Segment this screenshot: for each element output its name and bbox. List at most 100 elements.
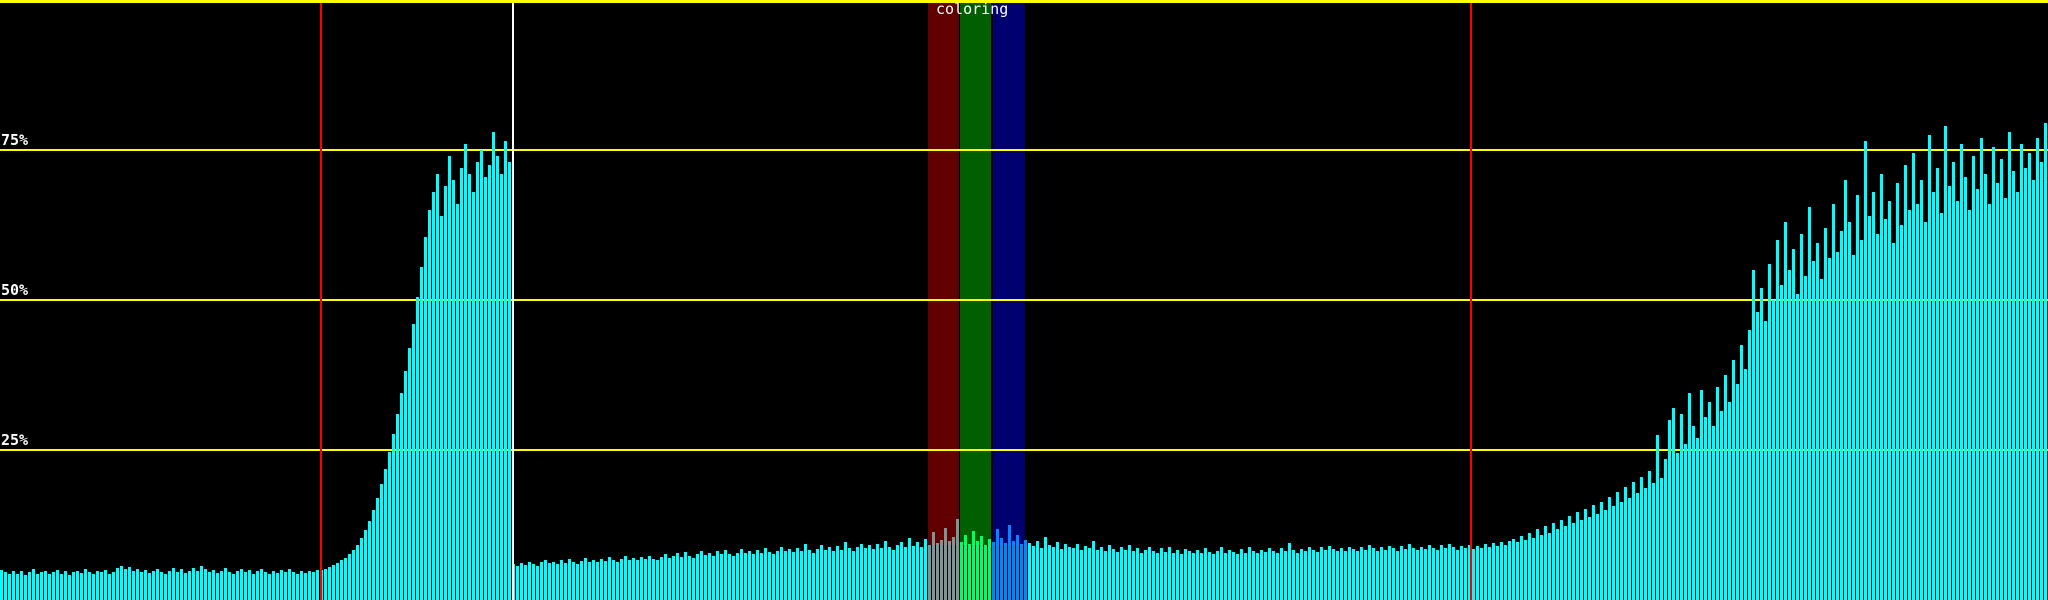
histogram-bar [1652,483,1655,600]
histogram-bar [1280,548,1283,600]
histogram-bar [28,572,31,600]
histogram-bar [20,571,23,600]
histogram-bar [1052,547,1055,600]
histogram-bar [820,545,823,600]
histogram-bar [1432,548,1435,600]
histogram-bar [1712,426,1715,600]
histogram-bar [1312,550,1315,600]
histogram-bar [1684,444,1687,600]
histogram-bar [788,549,791,600]
histogram-bar [1544,526,1547,600]
histogram-bar [1040,548,1043,600]
histogram-bar [1564,526,1567,600]
histogram-bar [1776,240,1779,600]
histogram-bar [1308,547,1311,600]
histogram-bar [1604,510,1607,600]
histogram-bar [2020,144,2023,600]
histogram-bar [204,569,207,600]
histogram-bar [592,560,595,600]
histogram-bar [152,571,155,600]
histogram-bar [1392,548,1395,600]
histogram-bar [1696,438,1699,600]
histogram-bar [1896,183,1899,600]
histogram-bar [1324,550,1327,600]
histogram-bar [348,554,351,600]
histogram-bar [372,510,375,600]
histogram-bar [1568,516,1571,600]
histogram-bar [464,144,467,600]
histogram-bar [1988,204,1991,600]
histogram-bar [380,484,383,600]
histogram-bar [1020,544,1023,600]
histogram-bar [768,552,771,600]
histogram-bar [312,572,315,600]
histogram-bar [644,559,647,600]
histogram-bar [912,546,915,600]
left-red-marker [320,3,322,600]
histogram-bar [264,572,267,600]
histogram-bar [236,571,239,600]
histogram-bar [540,562,543,600]
histogram-bar [840,550,843,600]
histogram-bar [1024,540,1027,600]
histogram-bar [1440,545,1443,600]
histogram-bar [1204,548,1207,600]
histogram-bar [1592,505,1595,600]
histogram-bar [1636,493,1639,600]
histogram-bar [868,545,871,600]
histogram-bar [996,529,999,600]
histogram-bar [1196,550,1199,600]
histogram-bar [1576,512,1579,600]
histogram-bar [1464,548,1467,600]
histogram-bar [8,574,11,600]
histogram-bar [1380,547,1383,600]
histogram-bar [384,469,387,600]
histogram-bar [1860,240,1863,600]
histogram-bar [1624,487,1627,600]
histogram-bar [1840,231,1843,600]
histogram-bar [1852,255,1855,600]
y-axis-label-50: 50% [1,281,29,299]
histogram-bar [1488,547,1491,600]
histogram-bar [1272,551,1275,600]
histogram-bar [12,571,15,600]
histogram-bar [1076,544,1079,600]
histogram-bar [96,571,99,600]
histogram-bar [304,573,307,600]
histogram-bar [332,565,335,600]
histogram-bar [168,571,171,600]
histogram-bar [896,545,899,600]
histogram-bar [664,554,667,600]
histogram-bar [736,553,739,600]
histogram-bar [732,556,735,600]
histogram-bar [516,566,519,600]
histogram-bar [480,150,483,600]
histogram-bar [1560,520,1563,600]
histogram-bar [520,563,523,600]
histogram-bar [972,531,975,600]
quarter-white-marker [512,3,514,600]
histogram-bar [1156,553,1159,600]
histogram-bar [656,560,659,600]
histogram-bar [1752,270,1755,600]
histogram-bar [268,574,271,600]
histogram-bar [1764,321,1767,600]
histogram-bar [1540,535,1543,600]
histogram-bar [108,574,111,600]
histogram-bar [112,572,115,600]
histogram-bar [1056,542,1059,600]
histogram-bar [1216,551,1219,600]
histogram-bar [536,566,539,600]
histogram-bar [32,569,35,600]
histogram-bar [1368,545,1371,600]
histogram-bar [848,548,851,600]
histogram-bar [1184,549,1187,600]
top-border-line [0,0,2048,3]
histogram-bar [404,371,407,600]
histogram-bar [1472,549,1475,600]
histogram-bar [660,557,663,600]
histogram-bar [1888,201,1891,600]
histogram-bar [328,567,331,600]
histogram-bar [860,544,863,600]
histogram-bar [652,559,655,600]
